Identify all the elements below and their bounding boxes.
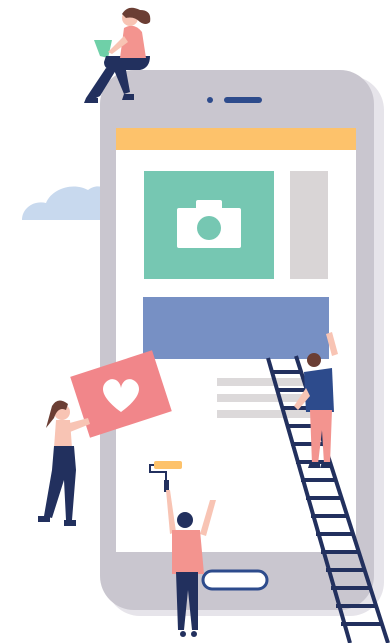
phone-home-button [201,569,269,591]
cloud [22,186,108,220]
app-building-illustration [22,7,390,643]
phone-speaker [224,97,262,103]
person-holding-heart-card [38,400,90,526]
banner-block [143,297,329,359]
text-line [217,378,311,386]
text-line [217,394,311,402]
side-card [290,171,328,279]
text-line [217,410,311,418]
app-header-bar [116,128,356,150]
phone-camera-dot [207,97,213,103]
